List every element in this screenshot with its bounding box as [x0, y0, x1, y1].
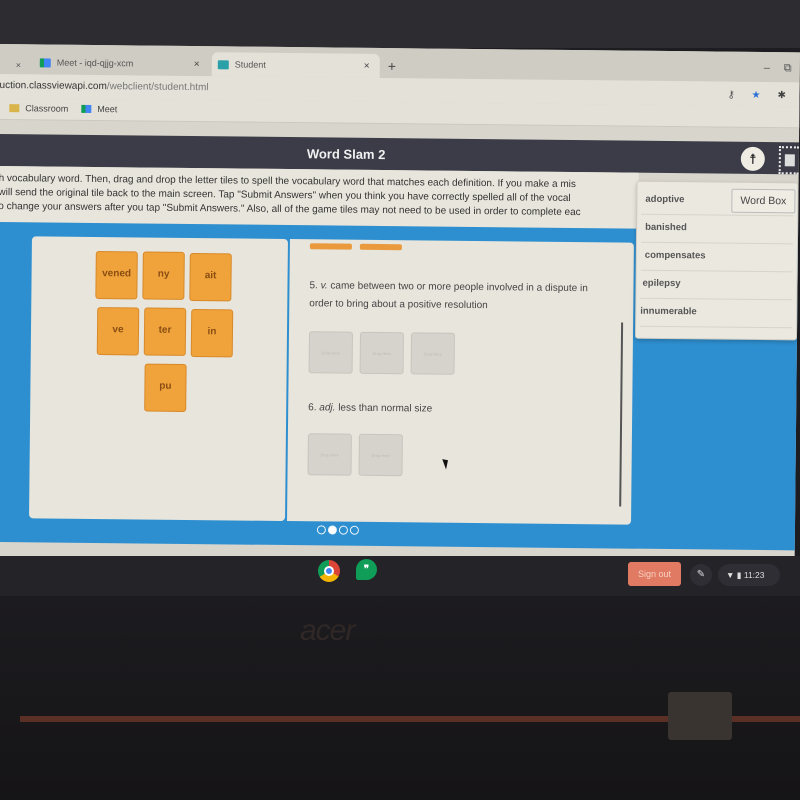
drop-slot[interactable]: Drop Here	[308, 331, 354, 374]
divider	[640, 297, 793, 301]
bookmark-classroom[interactable]: Classroom	[9, 103, 68, 114]
chrome-icon[interactable]	[318, 560, 340, 582]
google-meet-icon	[39, 57, 51, 68]
screen: × Meet - iqd-qjjg-xcm × Student × + – ⧉ …	[0, 44, 800, 565]
restore-button[interactable]: ⧉	[784, 62, 792, 75]
sign-out-button[interactable]: Sign out	[628, 562, 681, 586]
extensions-icon[interactable]: ✱	[777, 90, 786, 101]
page-dot[interactable]	[338, 525, 348, 535]
laptop-bezel	[0, 0, 800, 48]
questions-panel: 5. v. came between two or more people in…	[287, 239, 634, 525]
stylus-pen-icon[interactable]: ✎	[690, 564, 712, 586]
url-text[interactable]: uction.classviewapi.com/webclient/studen…	[0, 80, 209, 93]
classroom-app-icon	[217, 59, 229, 69]
divider	[640, 241, 793, 245]
minimize-button[interactable]: –	[764, 62, 770, 74]
url-path: /webclient/student.html	[106, 81, 209, 94]
question-5: 5. v. came between two or more people in…	[309, 277, 609, 316]
tiles-panel: vened ny ait ve ter in pu	[29, 236, 288, 522]
new-tab-button[interactable]: +	[388, 58, 396, 74]
part-of-speech: adj.	[319, 402, 336, 414]
drop-slot[interactable]: Drop Here	[358, 433, 403, 477]
menu-icon	[784, 154, 795, 167]
page-dot[interactable]	[316, 525, 326, 535]
letter-tile[interactable]: in	[190, 309, 234, 358]
page-dot[interactable]	[349, 525, 359, 535]
word-box-button[interactable]: Word Box	[731, 188, 796, 214]
question-definition: less than normal size	[338, 402, 433, 415]
tab-student[interactable]: Student ×	[211, 52, 380, 78]
placed-tile[interactable]	[359, 243, 402, 251]
letter-tile[interactable]: pu	[144, 363, 187, 412]
page-indicator	[316, 525, 359, 535]
letter-tile[interactable]: ait	[189, 252, 232, 302]
page-title: Word Slam 2	[306, 146, 386, 163]
instructions: h vocabulary word. Then, drag and drop t…	[0, 165, 639, 229]
hinge-block	[668, 692, 732, 740]
clock-time: 11:23	[743, 570, 765, 580]
word-box-word: epilepsy	[642, 277, 681, 290]
divider	[640, 269, 793, 273]
scrollbar[interactable]	[619, 322, 624, 507]
bookmark-meet[interactable]: Meet	[81, 104, 117, 114]
tab-label: Meet - iqd-qjjg-xcm	[56, 57, 134, 69]
battery-icon: ▮	[736, 570, 742, 580]
question-number: 6.	[308, 402, 317, 414]
word-box-word: compensates	[644, 249, 706, 262]
word-box-word: banished	[645, 221, 687, 234]
drop-slot[interactable]: Drop Here	[307, 433, 352, 476]
close-icon[interactable]: ×	[364, 60, 370, 71]
letter-tile[interactable]: ve	[96, 307, 140, 356]
page-dot-current[interactable]	[327, 525, 337, 535]
question-definition: came between two or more people involved…	[309, 280, 588, 312]
question-6: 6. adj. less than normal size	[308, 399, 608, 420]
accessibility-icon: ☨	[748, 150, 757, 167]
wifi-icon: ▼	[726, 570, 735, 580]
menu-button[interactable]	[778, 146, 799, 175]
bookmark-star-icon[interactable]: ★	[751, 90, 760, 101]
password-key-icon[interactable]: ⚷	[727, 90, 734, 101]
placed-tile[interactable]	[309, 243, 352, 250]
letter-tile[interactable]: ter	[143, 307, 187, 356]
divider	[640, 325, 793, 329]
divider	[641, 213, 794, 217]
word-box-word: innumerable	[640, 305, 697, 318]
url-host: uction.classviewapi.com	[0, 79, 107, 93]
tab-partial[interactable]	[0, 50, 10, 74]
part-of-speech: v.	[320, 280, 328, 292]
tab-meet[interactable]: Meet - iqd-qjjg-xcm ×	[39, 50, 210, 76]
close-icon[interactable]: ×	[194, 59, 200, 70]
question-number: 5.	[309, 280, 318, 292]
classroom-icon	[9, 104, 20, 113]
letter-tile[interactable]: vened	[95, 251, 138, 300]
drop-slot[interactable]: Drop Here	[410, 332, 456, 375]
letter-tile[interactable]: ny	[142, 251, 185, 300]
google-meet-icon	[81, 104, 92, 113]
system-tray[interactable]: ▼ ▮ 11:23	[718, 564, 780, 586]
bookmark-label: Classroom	[25, 103, 69, 114]
word-box-panel: adoptive Word Box banished compensates e…	[634, 180, 799, 341]
hangouts-icon[interactable]: ❞	[356, 559, 377, 580]
drop-slot[interactable]: Drop Here	[359, 331, 405, 375]
accessibility-button[interactable]: ☨	[740, 146, 765, 172]
tab-label: Student	[234, 59, 266, 70]
bookmark-label: Meet	[97, 104, 118, 115]
brand-logo: acer	[300, 614, 355, 647]
